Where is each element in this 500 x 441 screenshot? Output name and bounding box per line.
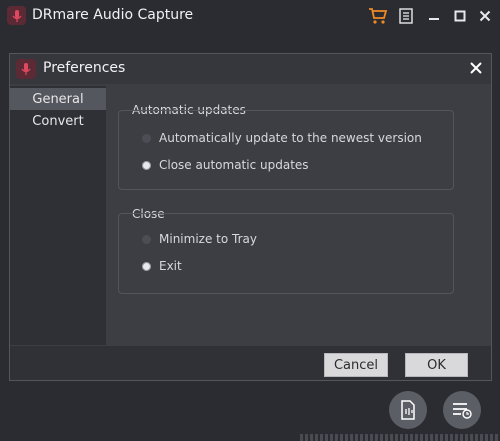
audio-file-button[interactable]	[389, 391, 427, 429]
radio-button[interactable]	[142, 133, 151, 143]
preferences-dialog: Preferences General Convert Automatic up…	[9, 53, 492, 381]
general-settings-panel: Automatic updates Automatically update t…	[106, 86, 491, 345]
bottom-strip	[300, 434, 500, 441]
radio-minimize-to-tray[interactable]: Minimize to Tray	[142, 232, 257, 246]
preferences-sidebar: General Convert	[10, 86, 106, 345]
radio-close-auto-updates[interactable]: Close automatic updates	[142, 158, 309, 172]
title-bar: DRmare Audio Capture	[0, 0, 500, 32]
history-list-icon	[453, 403, 472, 419]
cancel-button[interactable]: Cancel	[324, 353, 388, 377]
radio-label: Minimize to Tray	[159, 232, 257, 246]
menu-icon[interactable]	[395, 5, 417, 27]
radio-label: Automatically update to the newest versi…	[159, 131, 422, 145]
audio-file-icon	[401, 400, 415, 420]
dialog-header: Preferences	[10, 54, 491, 84]
radio-auto-update[interactable]: Automatically update to the newest versi…	[142, 131, 422, 145]
maximize-icon[interactable]	[449, 5, 471, 27]
sidebar-item-general[interactable]: General	[10, 88, 106, 110]
sidebar-item-convert[interactable]: Convert	[10, 110, 106, 132]
radio-button[interactable]	[142, 234, 151, 244]
cart-icon[interactable]	[367, 5, 389, 27]
history-list-button[interactable]	[443, 391, 481, 429]
app-logo-icon	[7, 6, 26, 25]
ok-button[interactable]: OK	[405, 353, 468, 377]
radio-button-selected[interactable]	[142, 160, 151, 170]
dialog-footer: Cancel OK	[10, 346, 491, 380]
radio-label: Exit	[159, 259, 182, 273]
minimize-icon[interactable]	[423, 5, 445, 27]
radio-label: Close automatic updates	[159, 158, 309, 172]
dialog-title: Preferences	[43, 60, 126, 76]
close-icon[interactable]	[474, 5, 496, 27]
radio-exit[interactable]: Exit	[142, 259, 182, 273]
automatic-updates-group	[118, 110, 454, 190]
app-title: DRmare Audio Capture	[32, 7, 194, 23]
dialog-close-icon[interactable]	[466, 58, 486, 78]
app-logo-icon	[16, 59, 36, 79]
close-behavior-group	[118, 213, 454, 294]
radio-button-selected[interactable]	[142, 261, 151, 271]
